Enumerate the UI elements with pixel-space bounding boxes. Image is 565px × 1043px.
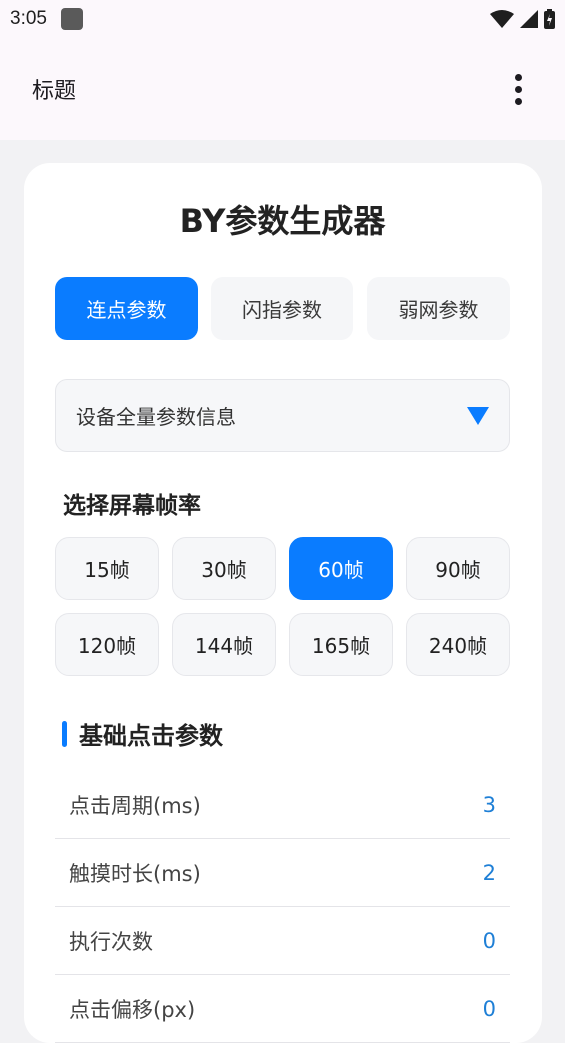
param-label: 执行次数	[69, 929, 153, 954]
param-label: 点击周期(ms)	[69, 793, 201, 818]
app-title: 标题	[32, 79, 77, 104]
battery-icon	[544, 9, 555, 29]
fps-option-144[interactable]: 144帧	[172, 613, 276, 676]
param-row-click-interval[interactable]: 点击周期(ms) 3	[55, 771, 510, 839]
fps-option-240[interactable]: 240帧	[406, 613, 510, 676]
fps-option-120[interactable]: 120帧	[55, 613, 159, 676]
fps-option-165[interactable]: 165帧	[289, 613, 393, 676]
param-row-click-offset[interactable]: 点击偏移(px) 0	[55, 975, 510, 1043]
fps-option-60[interactable]: 60帧	[289, 537, 393, 600]
frame-rate-label: 选择屏幕帧率	[63, 493, 201, 519]
param-row-touch-duration[interactable]: 触摸时长(ms) 2	[55, 839, 510, 907]
status-bar: 3:05	[0, 0, 565, 38]
chevron-down-icon	[467, 406, 489, 425]
tab-click-params[interactable]: 连点参数	[55, 277, 198, 340]
tab-weak-network-params[interactable]: 弱网参数	[367, 277, 510, 340]
param-value[interactable]: 2	[483, 861, 496, 885]
section-title: 基础点击参数	[79, 722, 223, 750]
more-options-icon[interactable]	[503, 69, 533, 109]
param-row-execution-count[interactable]: 执行次数 0	[55, 907, 510, 975]
wifi-icon	[490, 10, 514, 28]
fps-option-30[interactable]: 30帧	[172, 537, 276, 600]
signal-icon	[520, 10, 538, 28]
param-value[interactable]: 0	[483, 929, 496, 953]
status-icons	[490, 9, 555, 29]
notification-icon	[60, 8, 83, 30]
dropdown-selected-value: 设备全量参数信息	[76, 405, 236, 429]
device-params-dropdown[interactable]: 设备全量参数信息	[55, 379, 510, 452]
param-label: 触摸时长(ms)	[69, 861, 201, 886]
fps-option-90[interactable]: 90帧	[406, 537, 510, 600]
app-bar: 标题	[0, 38, 565, 140]
fps-option-15[interactable]: 15帧	[55, 537, 159, 600]
status-time: 3:05	[10, 8, 47, 29]
param-value[interactable]: 0	[483, 997, 496, 1021]
card-title: BY参数生成器	[179, 202, 386, 240]
param-label: 点击偏移(px)	[69, 997, 196, 1022]
param-value[interactable]: 3	[483, 793, 496, 817]
section-accent-bar	[62, 720, 67, 747]
tab-flash-params[interactable]: 闪指参数	[211, 277, 353, 340]
section-header: 基础点击参数	[62, 716, 223, 751]
